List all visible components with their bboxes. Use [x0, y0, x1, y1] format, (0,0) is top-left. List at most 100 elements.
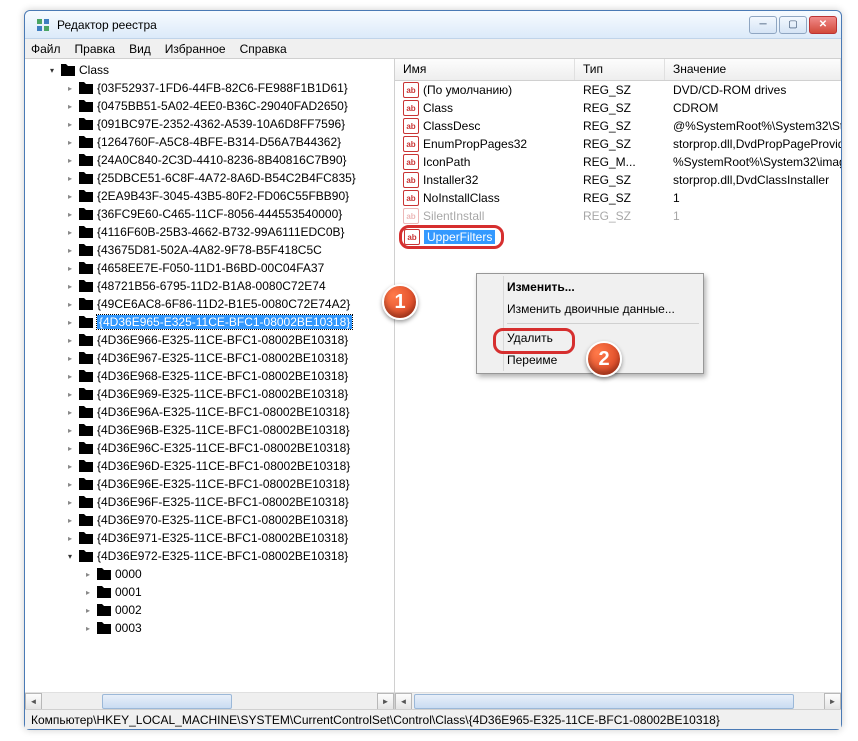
tree-item[interactable]: ▸{4D36E970-E325-11CE-BFC1-08002BE10318} [65, 511, 394, 529]
string-value-icon: ab [403, 172, 419, 188]
context-menu-delete[interactable]: Удалить [479, 327, 701, 349]
tree-item[interactable]: ▸{4D36E966-E325-11CE-BFC1-08002BE10318} [65, 331, 394, 349]
value-name[interactable]: UpperFilters [424, 230, 495, 244]
tree-item[interactable]: ▸{49CE6AC8-6F86-11D2-B1E5-0080C72E74A2} [65, 295, 394, 313]
tree-item[interactable]: ▸{4D36E967-E325-11CE-BFC1-08002BE10318} [65, 349, 394, 367]
list-row[interactable]: abClassREG_SZCDROM [395, 99, 841, 117]
value-data: CDROM [665, 101, 841, 115]
context-menu-rename[interactable]: Переиме [479, 349, 701, 371]
tree-item[interactable]: ▸{4D36E96D-E325-11CE-BFC1-08002BE10318} [65, 457, 394, 475]
scroll-left-button[interactable]: ◄ [25, 693, 42, 710]
folder-icon [78, 189, 94, 203]
list-row[interactable]: abNoInstallClassREG_SZ1 [395, 189, 841, 207]
list-row[interactable]: ab(По умолчанию)REG_SZDVD/CD-ROM drives [395, 81, 841, 99]
folder-icon [78, 549, 94, 563]
tree-item[interactable]: ▸{4D36E96F-E325-11CE-BFC1-08002BE10318} [65, 493, 394, 511]
value-data: 1 [665, 191, 841, 205]
tree-item[interactable]: ▸{2EA9B43F-3045-43B5-80F2-FD06C55FBB90} [65, 187, 394, 205]
tree-item[interactable]: ▸{4D36E965-E325-11CE-BFC1-08002BE10318} [65, 313, 394, 331]
tree-item[interactable]: ▸{4D36E971-E325-11CE-BFC1-08002BE10318} [65, 529, 394, 547]
close-button[interactable]: ✕ [809, 16, 837, 34]
folder-icon [78, 99, 94, 113]
scroll-thumb[interactable] [414, 694, 794, 709]
col-header-value[interactable]: Значение [665, 59, 841, 80]
list-row[interactable]: abIconPathREG_M...%SystemRoot%\System32\… [395, 153, 841, 171]
titlebar[interactable]: Редактор реестра ─ ▢ ✕ [25, 11, 841, 39]
folder-icon [78, 531, 94, 545]
statusbar-path: Компьютер\HKEY_LOCAL_MACHINE\SYSTEM\Curr… [31, 713, 720, 727]
tree-hscroll[interactable]: ◄ ► [25, 692, 394, 709]
col-header-type[interactable]: Тип [575, 59, 665, 80]
tree-label: {03F52937-1FD6-44FB-82C6-FE988F1B1D61} [97, 81, 348, 95]
tree-item[interactable]: ▸{25DBCE51-6C8F-4A72-8A6D-B54C2B4FC835} [65, 169, 394, 187]
minimize-button[interactable]: ─ [749, 16, 777, 34]
tree-label: {48721B56-6795-11D2-B1A8-0080C72E74 [97, 279, 326, 293]
maximize-button[interactable]: ▢ [779, 16, 807, 34]
value-type: REG_SZ [575, 83, 665, 97]
folder-icon [78, 441, 94, 455]
tree-item[interactable]: ▾Class [47, 61, 394, 79]
tree-item[interactable]: ▸{4658EE7E-F050-11D1-B6BD-00C04FA37 [65, 259, 394, 277]
registry-editor-window: Редактор реестра ─ ▢ ✕ Файл Правка Вид И… [24, 10, 842, 730]
window-title: Редактор реестра [57, 18, 749, 32]
tree-item[interactable]: ▸{03F52937-1FD6-44FB-82C6-FE988F1B1D61} [65, 79, 394, 97]
folder-icon [96, 603, 112, 617]
list-header: Имя Тип Значение [395, 59, 841, 81]
list-row[interactable]: abEnumPropPages32REG_SZstorprop.dll,DvdP… [395, 135, 841, 153]
folder-icon [78, 279, 94, 293]
folder-icon [78, 315, 94, 329]
folder-icon [78, 387, 94, 401]
tree-item[interactable]: ▸{091BC97E-2352-4362-A539-10A6D8FF7596} [65, 115, 394, 133]
menu-file[interactable]: Файл [31, 42, 61, 56]
menu-edit[interactable]: Правка [75, 42, 116, 56]
tree-item[interactable]: ▸0001 [83, 583, 394, 601]
tree-label: {4D36E968-E325-11CE-BFC1-08002BE10318} [97, 369, 348, 383]
menu-view[interactable]: Вид [129, 42, 151, 56]
value-name: (По умолчанию) [423, 83, 512, 97]
col-header-name[interactable]: Имя [395, 59, 575, 80]
tree-item[interactable]: ▸{48721B56-6795-11D2-B1A8-0080C72E74 [65, 277, 394, 295]
folder-icon [60, 63, 76, 77]
list-hscroll[interactable]: ◄ ► [395, 692, 841, 709]
scroll-thumb[interactable] [102, 694, 232, 709]
tree-item[interactable]: ▸{1264760F-A5C8-4BFE-B314-D56A7B44362} [65, 133, 394, 151]
scroll-left-button[interactable]: ◄ [395, 693, 412, 710]
tree-label: {0475BB51-5A02-4EE0-B36C-29040FAD2650} [97, 99, 348, 113]
scroll-right-button[interactable]: ► [824, 693, 841, 710]
tree-item[interactable]: ▸{4D36E96A-E325-11CE-BFC1-08002BE10318} [65, 403, 394, 421]
tree-item[interactable]: ▸{4D36E968-E325-11CE-BFC1-08002BE10318} [65, 367, 394, 385]
tree-item[interactable]: ▾{4D36E972-E325-11CE-BFC1-08002BE10318} [65, 547, 394, 565]
tree-item[interactable]: ▸{4D36E969-E325-11CE-BFC1-08002BE10318} [65, 385, 394, 403]
tree-label: 0001 [115, 585, 142, 599]
tree-item[interactable]: ▸{0475BB51-5A02-4EE0-B36C-29040FAD2650} [65, 97, 394, 115]
list-row[interactable]: abClassDescREG_SZ@%SystemRoot%\System32\… [395, 117, 841, 135]
tree-item[interactable]: ▸{4116F60B-25B3-4662-B732-99A6111EDC0B} [65, 223, 394, 241]
tree-label: {25DBCE51-6C8F-4A72-8A6D-B54C2B4FC835} [97, 171, 356, 185]
string-value-icon: ab [404, 229, 420, 245]
folder-icon [78, 333, 94, 347]
list-row[interactable]: abInstaller32REG_SZstorprop.dll,DvdClass… [395, 171, 841, 189]
tree-item[interactable]: ▸{24A0C840-2C3D-4410-8236-8B40816C7B90} [65, 151, 394, 169]
tree-item[interactable]: ▸{4D36E96B-E325-11CE-BFC1-08002BE10318} [65, 421, 394, 439]
list-row[interactable]: abSilentInstallREG_SZ1 [395, 207, 841, 225]
context-menu-modify[interactable]: Изменить... [479, 276, 701, 298]
tree-item[interactable]: ▸0000 [83, 565, 394, 583]
context-menu: Изменить... Изменить двоичные данные... … [476, 273, 704, 374]
tree-label: {4D36E96C-E325-11CE-BFC1-08002BE10318} [97, 441, 350, 455]
string-value-icon: ab [403, 136, 419, 152]
tree-item[interactable]: ▸{4D36E96E-E325-11CE-BFC1-08002BE10318} [65, 475, 394, 493]
string-value-icon: ab [403, 154, 419, 170]
context-menu-modify-binary[interactable]: Изменить двоичные данные... [479, 298, 701, 320]
value-type: REG_SZ [575, 173, 665, 187]
tree-item[interactable]: ▸{4D36E96C-E325-11CE-BFC1-08002BE10318} [65, 439, 394, 457]
tree-label: {4D36E966-E325-11CE-BFC1-08002BE10318} [97, 333, 348, 347]
tree-label: {4D36E96D-E325-11CE-BFC1-08002BE10318} [97, 459, 350, 473]
tree-item[interactable]: ▸0002 [83, 601, 394, 619]
tree-item[interactable]: ▸0003 [83, 619, 394, 637]
folder-icon [78, 117, 94, 131]
scroll-right-button[interactable]: ► [377, 693, 394, 710]
menu-favorites[interactable]: Избранное [165, 42, 226, 56]
menu-help[interactable]: Справка [240, 42, 287, 56]
tree-item[interactable]: ▸{36FC9E60-C465-11CF-8056-444553540000} [65, 205, 394, 223]
tree-item[interactable]: ▸{43675D81-502A-4A82-9F78-B5F418C5C [65, 241, 394, 259]
